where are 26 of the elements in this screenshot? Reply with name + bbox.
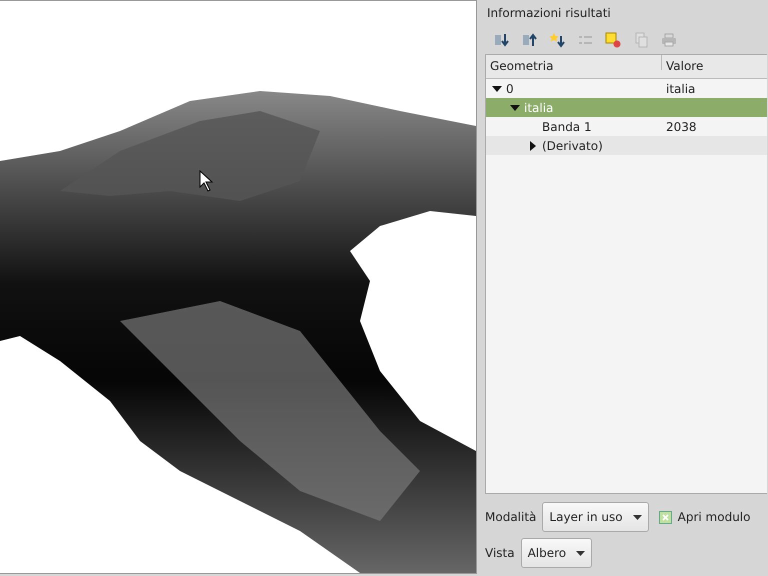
tree-row[interactable]: Banda 1 2038	[486, 117, 767, 136]
dropdown[interactable]: Layer in uso	[542, 502, 649, 532]
tree-label: 0	[506, 82, 514, 96]
checkbox-label: Apri modulo	[678, 510, 750, 524]
tree-label: Banda 1	[542, 120, 592, 134]
expand-icon[interactable]	[493, 32, 509, 48]
panel-title: Informazioni risultati	[486, 5, 612, 22]
value-text: italia	[665, 82, 696, 96]
view-label: Vista	[485, 546, 515, 560]
tree-label: italia	[524, 100, 554, 114]
collapse-icon[interactable]	[521, 32, 537, 48]
tree-row[interactable]: (Derivato)	[486, 136, 767, 155]
column-header[interactable]: Geometria	[486, 55, 662, 70]
checkbox[interactable]	[658, 510, 672, 524]
tree-row[interactable]: 0 italia	[486, 79, 767, 98]
caret-icon	[632, 514, 642, 520]
column-header[interactable]: Valore	[662, 55, 708, 78]
expand-new-icon[interactable]	[549, 32, 565, 48]
mode-label: Modalità	[485, 510, 536, 524]
dropdown[interactable]: Albero	[520, 538, 592, 568]
highlight-icon[interactable]	[605, 32, 621, 48]
tree-label: (Derivato)	[542, 138, 603, 152]
caret-icon	[576, 550, 586, 556]
expand-arrow-icon[interactable]	[528, 140, 538, 150]
value-text: 2038	[665, 120, 697, 134]
check-mark-icon	[662, 514, 669, 520]
